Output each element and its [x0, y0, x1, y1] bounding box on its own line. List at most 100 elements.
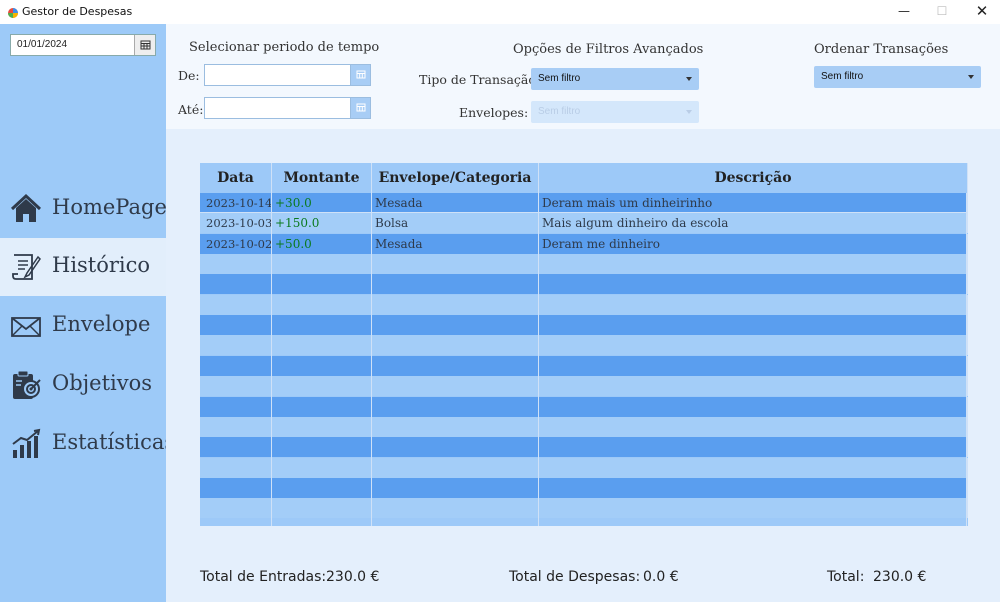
table-row[interactable] [200, 254, 968, 275]
cell-date [200, 477, 272, 498]
cell-description [539, 294, 968, 315]
table-row[interactable] [200, 477, 968, 498]
total-expenses-label: Total de Despesas: [509, 569, 641, 585]
table-row[interactable] [200, 437, 968, 458]
from-date-input[interactable] [204, 64, 371, 86]
cell-amount [272, 498, 372, 519]
cell-amount: +50.0 [272, 233, 372, 254]
cell-category: Mesada [372, 193, 539, 213]
cell-amount: +30.0 [272, 193, 372, 213]
cell-amount [272, 254, 372, 275]
cell-date: 2023-10-02 [200, 233, 272, 254]
calendar-icon [356, 70, 366, 79]
table-row[interactable]: 2023-10-14 +30.0 Mesada Deram mais um dinhe… [200, 193, 968, 213]
close-button[interactable]: ✕ [964, 0, 1000, 24]
table-row[interactable] [200, 355, 968, 376]
cell-amount [272, 274, 372, 295]
table-row[interactable] [200, 315, 968, 336]
cell-category: Bolsa [372, 213, 539, 234]
cell-amount [272, 376, 372, 397]
table-row[interactable] [200, 274, 968, 295]
header-descricao[interactable]: Descrição [539, 163, 968, 193]
cell-date [200, 376, 272, 397]
sidebar-item-homepage[interactable]: HomePage [0, 180, 167, 238]
sort-title: Ordenar Transações [814, 42, 949, 57]
sidebar-item-envelope[interactable]: Envelope [0, 297, 166, 355]
sidebar-item-estatisticas[interactable]: Estatísticas [0, 415, 175, 473]
chevron-down-icon [686, 110, 692, 114]
cell-date [200, 457, 272, 478]
sidebar-item-label: Envelope [52, 312, 151, 336]
to-calendar-button[interactable] [350, 98, 370, 118]
filter-panel: Selecionar periodo de tempo De: Até: Opç… [166, 24, 1000, 129]
column-divider [538, 193, 539, 526]
cell-date [200, 498, 272, 519]
sidebar-item-objetivos[interactable]: Objetivos [0, 356, 166, 414]
total-value: 230.0 € [873, 569, 927, 585]
cell-category [372, 437, 539, 458]
chevron-down-icon [968, 75, 974, 79]
cell-date: 2023-10-03 [200, 213, 272, 234]
advanced-filters-title: Opções de Filtros Avançados [513, 42, 704, 57]
table-row[interactable]: 2023-10-02 +50.0 Mesada Deram me dinheiro [200, 233, 968, 254]
table-row[interactable]: 2023-10-03 +150.0 Bolsa Mais algum dinheiro… [200, 213, 968, 234]
home-icon [10, 193, 42, 222]
cell-description [539, 416, 968, 437]
statistics-chart-icon [12, 428, 41, 458]
cell-category [372, 396, 539, 417]
sidebar-item-label: HomePage [52, 195, 167, 219]
cell-description [539, 335, 968, 356]
cell-category [372, 254, 539, 275]
table-row[interactable] [200, 457, 968, 478]
cell-description: Deram me dinheiro [539, 233, 968, 254]
chevron-down-icon [686, 77, 692, 81]
total-income-value: 230.0 € [326, 569, 380, 585]
cell-description [539, 315, 968, 336]
from-calendar-button[interactable] [350, 65, 370, 85]
maximize-button[interactable]: ☐ [924, 0, 960, 24]
table-row[interactable] [200, 498, 968, 519]
minimize-button[interactable]: — [886, 0, 922, 24]
table-row[interactable] [200, 294, 968, 315]
cell-date [200, 294, 272, 315]
table-row[interactable] [200, 335, 968, 356]
column-divider [271, 193, 272, 526]
sort-select[interactable]: Sem filtro [814, 66, 981, 88]
cell-date [200, 437, 272, 458]
envelopes-value: Sem filtro [538, 106, 581, 117]
cell-category [372, 457, 539, 478]
calendar-button[interactable] [134, 35, 155, 55]
period-title: Selecionar periodo de tempo [189, 40, 380, 55]
transaction-type-select[interactable]: Sem filtro [531, 68, 699, 90]
cell-description: Deram mais um dinheirinho [539, 193, 968, 213]
app-logo-icon [8, 8, 18, 18]
to-date-input[interactable] [204, 97, 371, 119]
cell-description [539, 254, 968, 275]
history-scroll-icon [12, 254, 41, 280]
header-envelope-categoria[interactable]: Envelope/Categoria [372, 163, 539, 193]
cell-amount [272, 355, 372, 376]
total-label: Total: [827, 569, 865, 585]
table-row[interactable] [200, 396, 968, 417]
cell-category [372, 315, 539, 336]
current-date-field[interactable]: 01/01/2024 [10, 34, 156, 56]
cell-date [200, 416, 272, 437]
cell-amount [272, 315, 372, 336]
column-divider [371, 193, 372, 526]
header-data[interactable]: Data [200, 163, 272, 193]
cell-amount [272, 416, 372, 437]
sidebar-item-historico[interactable]: Histórico [0, 238, 166, 296]
envelope-icon [11, 317, 41, 337]
cell-amount [272, 335, 372, 356]
header-montante[interactable]: Montante [272, 163, 372, 193]
cell-category [372, 376, 539, 397]
table-header: Data Montante Envelope/Categoria Descriç… [200, 163, 968, 193]
sort-value: Sem filtro [821, 71, 864, 82]
transactions-table[interactable]: Data Montante Envelope/Categoria Descriç… [200, 163, 968, 526]
cell-date [200, 355, 272, 376]
total-income-label: Total de Entradas: [200, 569, 327, 585]
to-label: Até: [178, 102, 204, 117]
table-row[interactable] [200, 376, 968, 397]
cell-date [200, 274, 272, 295]
table-row[interactable] [200, 416, 968, 437]
